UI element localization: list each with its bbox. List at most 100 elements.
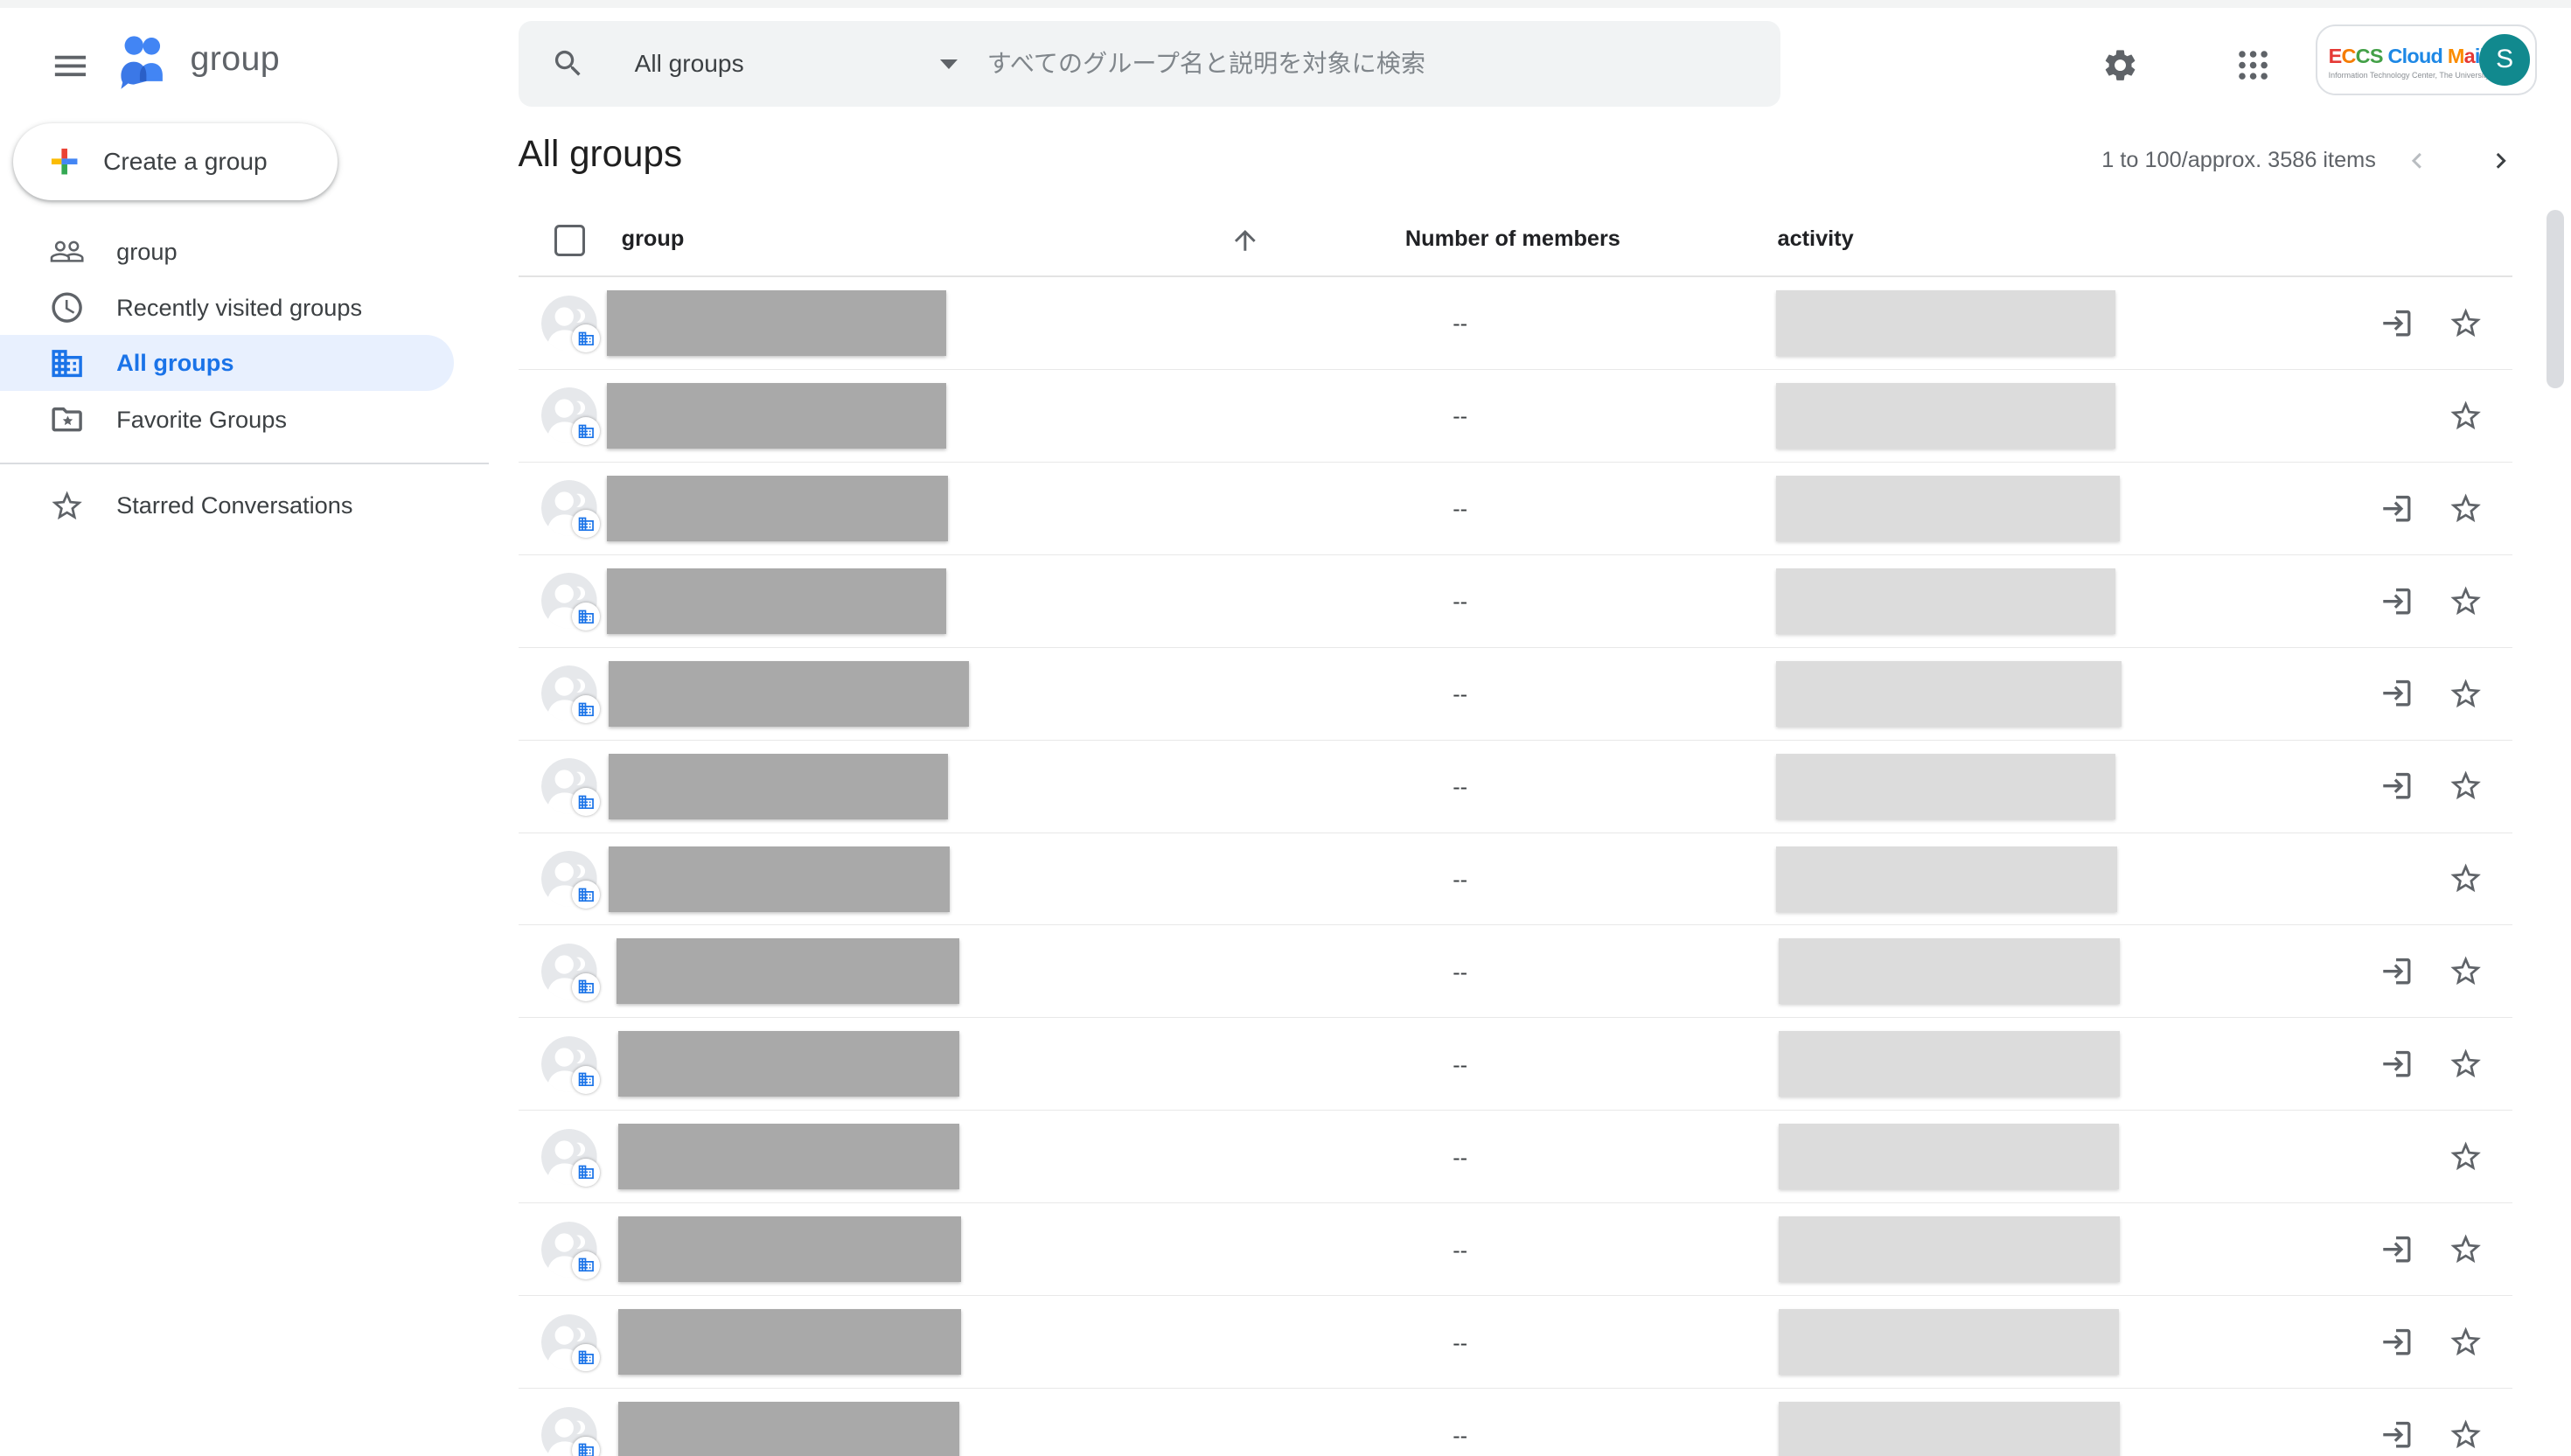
activity-redacted xyxy=(1776,383,2115,449)
column-header-activity[interactable]: activity xyxy=(1778,226,1854,252)
settings-button[interactable] xyxy=(2086,31,2155,101)
table-row[interactable]: -- xyxy=(519,741,2512,833)
table-row[interactable]: -- xyxy=(519,370,2512,463)
star-icon xyxy=(49,488,85,524)
group-building-badge-icon xyxy=(572,881,600,909)
group-avatar xyxy=(541,480,597,536)
enter-group-button[interactable] xyxy=(2379,305,2415,341)
group-avatar xyxy=(541,944,597,1000)
main-menu-button[interactable] xyxy=(39,34,101,96)
apps-launcher-button[interactable] xyxy=(2219,31,2288,101)
chevron-right-icon xyxy=(2485,145,2517,177)
login-icon xyxy=(2380,1418,2414,1452)
sort-ascending-icon[interactable] xyxy=(1230,225,1261,263)
star-group-button[interactable] xyxy=(2448,305,2484,341)
member-count: -- xyxy=(1453,1146,1467,1171)
account-pill[interactable]: ECCS Cloud Mail Information Technology C… xyxy=(2316,24,2537,95)
star-group-button[interactable] xyxy=(2448,1231,2484,1267)
star-outline-icon xyxy=(2448,860,2484,896)
sidebar-item-label: Recently visited groups xyxy=(116,294,362,322)
enter-group-button[interactable] xyxy=(2379,768,2415,804)
group-avatar xyxy=(541,758,597,814)
group-avatar xyxy=(541,665,597,721)
table-row[interactable]: -- xyxy=(519,463,2512,555)
sidebar-item-starred-conversations[interactable]: Starred Conversations xyxy=(0,478,454,534)
star-group-button[interactable] xyxy=(2448,1417,2484,1453)
enter-group-button[interactable] xyxy=(2379,676,2415,712)
star-group-button[interactable] xyxy=(2448,1139,2484,1174)
activity-redacted xyxy=(1776,661,2122,727)
member-count: -- xyxy=(1453,311,1467,337)
sidebar-item-favorite-groups[interactable]: Favorite Groups xyxy=(0,392,454,448)
login-icon xyxy=(2380,769,2414,803)
table-row[interactable]: -- xyxy=(519,555,2512,648)
table-row[interactable]: -- xyxy=(519,1389,2512,1456)
star-group-button[interactable] xyxy=(2448,491,2484,526)
column-header-members[interactable]: Number of members xyxy=(1405,226,1620,252)
member-count: -- xyxy=(1453,404,1467,429)
member-count: -- xyxy=(1453,867,1467,893)
select-all-checkbox[interactable] xyxy=(554,225,586,256)
group-name-redacted xyxy=(618,1402,959,1456)
pagination-range: 1 to 100/approx. 3586 items xyxy=(2101,148,2376,173)
table-row[interactable]: -- xyxy=(519,1296,2512,1389)
avatar[interactable]: S xyxy=(2479,34,2530,85)
star-group-button[interactable] xyxy=(2448,953,2484,989)
star-group-button[interactable] xyxy=(2448,1046,2484,1082)
activity-redacted xyxy=(1779,1031,2120,1097)
enter-group-button[interactable] xyxy=(2379,1417,2415,1453)
next-page-button[interactable] xyxy=(2477,138,2524,185)
group-name-redacted xyxy=(618,1309,961,1375)
sidebar-item-all-groups[interactable]: All groups xyxy=(0,335,454,391)
star-group-button[interactable] xyxy=(2448,583,2484,619)
search-bar[interactable]: All groups xyxy=(519,21,1781,107)
eccs-logo-subtext: Information Technology Center, The Unive… xyxy=(2329,71,2473,80)
enter-group-button[interactable] xyxy=(2379,1231,2415,1267)
table-row[interactable]: -- xyxy=(519,1018,2512,1111)
member-count: -- xyxy=(1453,1424,1467,1449)
enter-group-button[interactable] xyxy=(2379,491,2415,526)
star-group-button[interactable] xyxy=(2448,768,2484,804)
people-icon xyxy=(49,233,85,269)
enter-group-button[interactable] xyxy=(2379,953,2415,989)
group-name-redacted xyxy=(609,754,948,819)
activity-redacted xyxy=(1779,1402,2120,1456)
create-group-label: Create a group xyxy=(103,148,268,176)
activity-redacted xyxy=(1779,1309,2118,1375)
member-count: -- xyxy=(1453,497,1467,522)
login-icon xyxy=(2380,584,2414,618)
star-group-button[interactable] xyxy=(2448,1324,2484,1360)
groups-logo[interactable]: group xyxy=(112,28,281,90)
create-group-button[interactable]: Create a group xyxy=(13,123,338,200)
clock-icon xyxy=(49,289,85,325)
enter-group-button[interactable] xyxy=(2379,1324,2415,1360)
search-input[interactable] xyxy=(987,21,1781,107)
previous-page-button[interactable] xyxy=(2394,138,2441,185)
table-row[interactable]: -- xyxy=(519,833,2512,926)
sidebar-item-group[interactable]: group xyxy=(0,224,454,280)
table-row[interactable]: -- xyxy=(519,925,2512,1018)
member-count: -- xyxy=(1453,1238,1467,1264)
chevron-down-icon xyxy=(940,59,958,69)
star-group-button[interactable] xyxy=(2448,676,2484,712)
login-icon xyxy=(2380,306,2414,340)
search-scope-selector[interactable]: All groups xyxy=(635,50,987,78)
table-row[interactable]: -- xyxy=(519,648,2512,741)
vertical-scrollbar-thumb[interactable] xyxy=(2547,210,2564,388)
sidebar-item-recently-visited[interactable]: Recently visited groups xyxy=(0,280,454,336)
group-name-redacted xyxy=(607,568,946,634)
gear-icon xyxy=(2101,46,2139,84)
group-avatar xyxy=(541,1129,597,1185)
enter-group-button[interactable] xyxy=(2379,583,2415,619)
column-header-group[interactable]: group xyxy=(622,226,685,252)
table-row[interactable]: -- xyxy=(519,1203,2512,1296)
star-outline-icon xyxy=(2448,1324,2484,1360)
activity-redacted xyxy=(1779,1216,2120,1282)
enter-group-button[interactable] xyxy=(2379,1046,2415,1082)
login-icon xyxy=(2380,1047,2414,1081)
table-row[interactable]: -- xyxy=(519,277,2512,370)
star-group-button[interactable] xyxy=(2448,398,2484,434)
star-group-button[interactable] xyxy=(2448,860,2484,896)
group-name-redacted xyxy=(607,290,946,356)
table-row[interactable]: -- xyxy=(519,1111,2512,1203)
